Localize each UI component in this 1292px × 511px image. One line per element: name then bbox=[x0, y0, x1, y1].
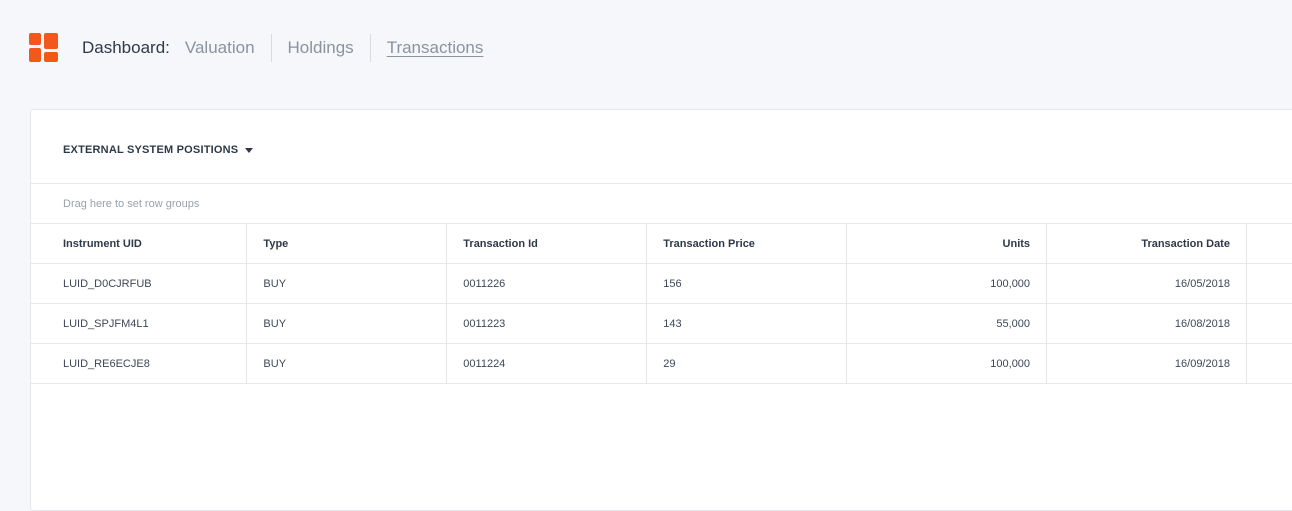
cell-transaction-date: 16/09/2018 bbox=[1046, 343, 1247, 384]
cell-type: BUY bbox=[246, 343, 448, 384]
top-header: Dashboard: Valuation Holdings Transactio… bbox=[0, 0, 1292, 95]
nav-title: Dashboard: bbox=[82, 38, 170, 57]
row-groups-drop-zone[interactable]: Drag here to set row groups bbox=[31, 184, 1292, 224]
cell-transaction-price: 156 bbox=[646, 263, 848, 304]
caret-down-icon bbox=[245, 147, 254, 153]
cell-transaction-price: 29 bbox=[646, 343, 848, 384]
positions-source-dropdown[interactable]: EXTERNAL SYSTEM POSITIONS bbox=[63, 144, 254, 156]
panel-header: EXTERNAL SYSTEM POSITIONS bbox=[31, 110, 1292, 184]
table-row[interactable]: LUID_SPJFM4L1 BUY 0011223 143 55,000 16/… bbox=[31, 303, 1292, 344]
table-header-row: Instrument UID Type Transaction Id Trans… bbox=[31, 224, 1292, 264]
cell-empty bbox=[1246, 303, 1292, 344]
transactions-panel: EXTERNAL SYSTEM POSITIONS Drag here to s… bbox=[30, 109, 1292, 511]
cell-empty bbox=[1246, 263, 1292, 304]
column-header-type[interactable]: Type bbox=[246, 224, 448, 264]
cell-transaction-date: 16/05/2018 bbox=[1046, 263, 1247, 304]
cell-transaction-id: 0011224 bbox=[446, 343, 648, 384]
cell-units: 55,000 bbox=[846, 303, 1048, 344]
cell-transaction-id: 0011226 bbox=[446, 263, 648, 304]
cell-type: BUY bbox=[246, 263, 448, 304]
column-header-transaction-id[interactable]: Transaction Id bbox=[446, 224, 648, 264]
dashboard-grid-icon[interactable] bbox=[29, 33, 58, 62]
column-header-instrument-uid[interactable]: Instrument UID bbox=[31, 224, 248, 264]
table-row[interactable]: LUID_RE6ECJE8 BUY 0011224 29 100,000 16/… bbox=[31, 343, 1292, 384]
cell-transaction-id: 0011223 bbox=[446, 303, 648, 344]
nav-tab-transactions[interactable]: Transactions bbox=[371, 34, 500, 62]
cell-transaction-date: 16/08/2018 bbox=[1046, 303, 1247, 344]
column-header-transaction-price[interactable]: Transaction Price bbox=[646, 224, 848, 264]
nav-tab-valuation[interactable]: Valuation bbox=[185, 34, 271, 62]
column-header-transaction-date[interactable]: Transaction Date bbox=[1046, 224, 1247, 264]
cell-empty bbox=[1246, 343, 1292, 384]
row-groups-hint: Drag here to set row groups bbox=[63, 198, 200, 210]
cell-instrument-uid: LUID_SPJFM4L1 bbox=[31, 303, 248, 344]
cell-transaction-price: 143 bbox=[646, 303, 848, 344]
dashboard-nav: Dashboard: Valuation Holdings Transactio… bbox=[82, 34, 499, 62]
transactions-table: Instrument UID Type Transaction Id Trans… bbox=[31, 224, 1292, 384]
cell-instrument-uid: LUID_RE6ECJE8 bbox=[31, 343, 248, 384]
cell-units: 100,000 bbox=[846, 263, 1048, 304]
column-header-empty bbox=[1246, 224, 1292, 264]
dropdown-label: EXTERNAL SYSTEM POSITIONS bbox=[63, 144, 239, 156]
cell-units: 100,000 bbox=[846, 343, 1048, 384]
cell-type: BUY bbox=[246, 303, 448, 344]
cell-instrument-uid: LUID_D0CJRFUB bbox=[31, 263, 248, 304]
table-row[interactable]: LUID_D0CJRFUB BUY 0011226 156 100,000 16… bbox=[31, 263, 1292, 304]
nav-tab-holdings[interactable]: Holdings bbox=[272, 34, 370, 62]
column-header-units[interactable]: Units bbox=[846, 224, 1048, 264]
